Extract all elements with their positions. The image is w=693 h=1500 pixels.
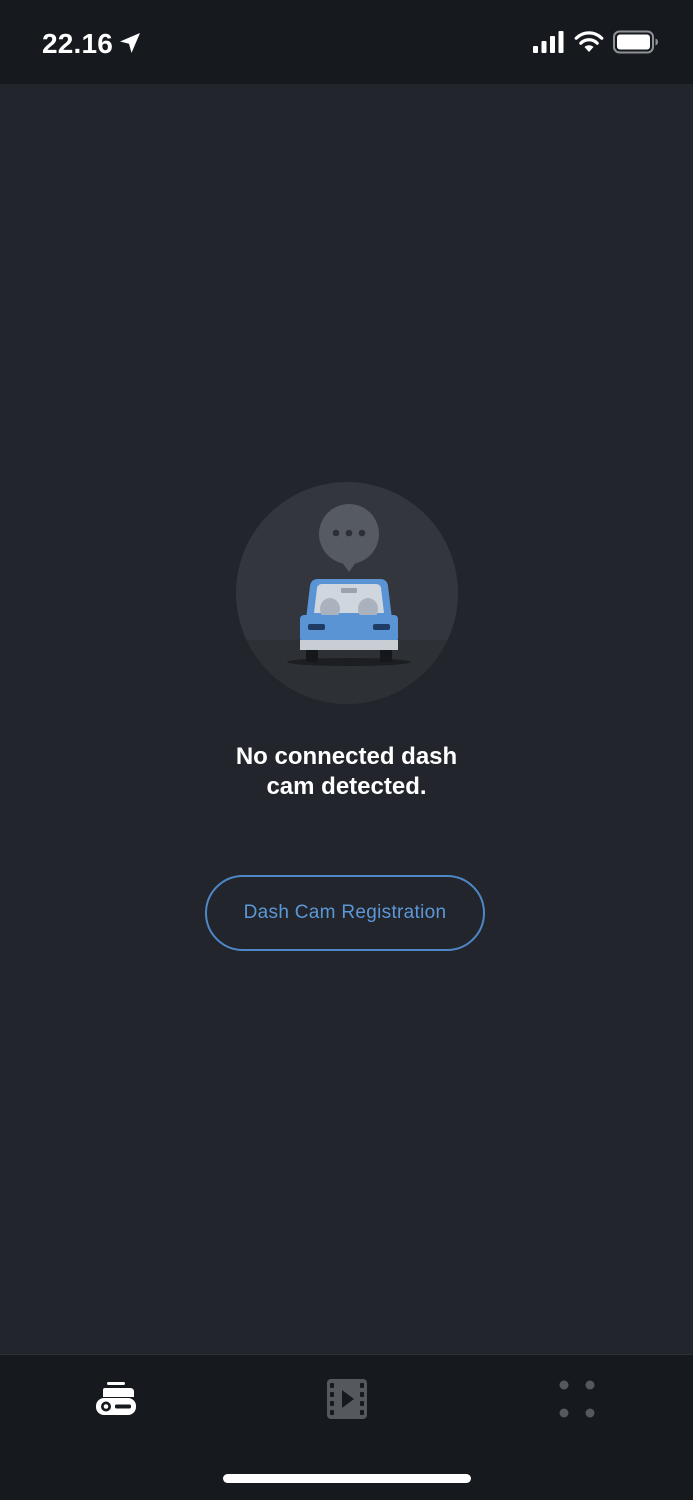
status-bar: 22.16 [0,0,693,84]
status-icons [533,30,659,54]
more-dots-icon [559,1380,595,1418]
tab-videos[interactable] [307,1369,387,1429]
tab-dash-cam[interactable] [76,1369,156,1429]
cellular-signal-icon [533,31,564,53]
battery-icon [613,30,658,54]
wifi-icon [574,31,604,52]
video-film-icon [327,1379,367,1419]
tab-bar [0,1354,693,1500]
message-line-1: No connected dash [235,743,458,770]
status-time: 22.16 [42,28,114,59]
home-indicator [223,1474,471,1483]
message-line-2: cam detected. [266,773,427,800]
main-content: No connected dash cam detected. Dash Cam… [0,84,693,1354]
location-arrow-icon [120,33,140,53]
tab-more[interactable] [537,1369,617,1429]
dash-cam-icon [96,1382,136,1415]
car-illustration [236,482,458,704]
no-dashcam-message: No connected dash cam detected. [0,742,693,802]
dash-cam-registration-button[interactable]: Dash Cam Registration [205,875,485,951]
